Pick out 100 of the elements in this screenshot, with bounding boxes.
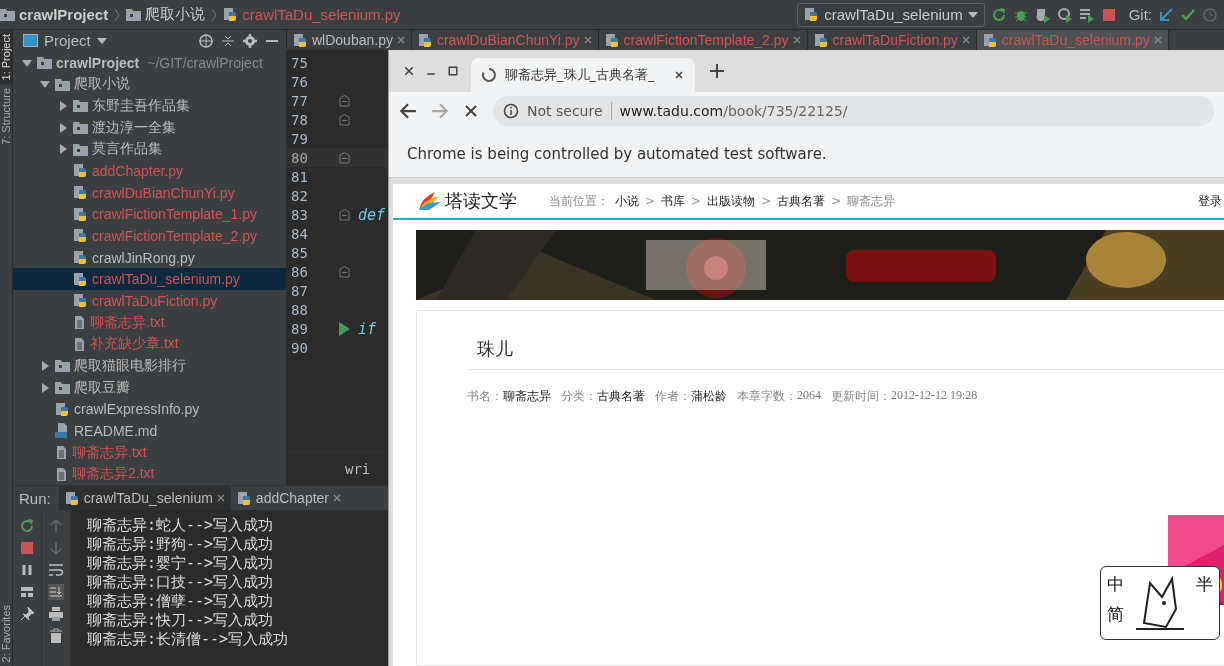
line-number: 84 [290,225,309,242]
input-method-panel[interactable]: 中 半 简 [1100,566,1220,640]
breadcrumb-separator: > [645,194,656,208]
layout-icon[interactable] [19,584,35,600]
tree-item[interactable]: 爬取猫眼电影排行 [13,355,286,377]
tree-item[interactable]: README.md [13,420,286,442]
folder-icon [73,99,88,113]
folder-icon [73,121,88,134]
line-number: 78 [290,111,309,128]
console-line: 聊斋志异:长清僧-->写入成功 [87,630,289,649]
close-icon[interactable] [403,65,415,77]
tool-window-tab[interactable]: 2: Favorites [0,600,12,666]
run-configuration-dropdown[interactable]: crawlTaDu_selenium [797,2,985,27]
shield-play-icon[interactable] [1034,6,1051,23]
site-logo[interactable]: 塔读文学 [445,189,517,213]
tree-item[interactable]: crawlProject ~/GIT/crawlProject [13,51,286,74]
breadcrumb-link[interactable]: 古典名著 [777,192,826,210]
python-file-icon [73,163,88,179]
python-file-icon [73,271,88,287]
fold-marker-icon[interactable] [338,208,350,221]
ime-width[interactable]: 半 [1196,573,1213,603]
fold-marker-icon[interactable] [338,151,350,164]
console-line: 聊斋志异:快刀-->写入成功 [87,611,275,630]
caret-icon[interactable] [967,11,978,18]
tree-item[interactable]: crawlExpressInfo.py [13,398,286,421]
tool-window-tab[interactable]: 7: Structure [0,84,12,150]
meta-value: 2064 [797,388,821,404]
markdown-file-icon [55,423,70,439]
line-number: 75 [290,54,309,71]
login-link[interactable]: 登录 [1198,192,1222,210]
new-tab-icon[interactable] [709,63,725,79]
browser-tab[interactable]: 聊斋志异_珠儿_古典名著_ [471,58,695,92]
close-icon[interactable] [673,69,685,81]
list-play-icon[interactable] [1078,6,1095,23]
python-file-icon [73,185,88,201]
ime-script[interactable]: 简 [1107,603,1124,633]
console-line: 聊斋志异:口技-->写入成功 [87,573,275,592]
clock-play-icon[interactable] [1056,6,1073,23]
console-line: 聊斋志异:僧孽-->写入成功 [87,592,275,611]
stop-icon[interactable] [1100,6,1117,23]
arrow-down-left-icon[interactable] [1158,6,1174,23]
breadcrumb-link[interactable]: 出版读物 [707,192,756,210]
stop-icon[interactable] [19,540,35,556]
breadcrumb-link[interactable]: 聊斋志异 [847,192,896,210]
python-file-icon [604,32,620,48]
panel-title[interactable]: Project [44,32,91,50]
collapse-triangle-icon[interactable] [40,382,50,393]
chevron-right-icon [211,7,218,22]
tree-item[interactable]: crawlTaDu_selenium.py [13,268,286,291]
line-number: 88 [290,301,309,318]
breadcrumb-item[interactable]: crawlProject [19,6,109,23]
folder-icon [55,359,70,373]
line-number: 89 [290,320,309,337]
console-line: 聊斋志异:婴宁-->写入成功 [87,554,275,573]
breadcrumb-link[interactable]: 书库 [661,192,686,210]
collapse-triangle-icon[interactable] [58,100,68,111]
stop-loading-icon[interactable] [463,103,479,119]
fold-marker-icon[interactable] [338,94,350,107]
collapse-triangle-icon[interactable] [58,144,68,155]
breadcrumb-item[interactable]: 爬取小说 [145,5,206,24]
caret-icon[interactable] [96,37,107,44]
expand-triangle-icon[interactable] [22,57,32,68]
line-number: 83 [290,206,309,223]
tree-item[interactable]: 东野圭吾作品集 [13,95,286,117]
crosshair-icon[interactable] [198,32,214,49]
settings-icon[interactable] [242,32,258,49]
expand-triangle-icon[interactable] [40,79,50,90]
line-number: 87 [290,282,309,299]
info-icon[interactable] [503,103,519,119]
tree-item[interactable]: crawlJinRong.py [13,246,286,269]
run-marker-icon[interactable] [338,321,350,336]
tree-item[interactable]: 爬取豆瓣 [13,376,286,399]
console-line: 聊斋志异:野狗-->写入成功 [87,535,275,554]
ime-mode[interactable]: 中 [1107,573,1124,603]
python-file-icon [73,206,88,222]
meta-label: 分类： [561,388,597,405]
fold-marker-icon[interactable] [338,113,350,126]
tree-item[interactable]: 渡边淳一全集 [13,116,286,139]
python-icon [64,490,80,506]
python-file-icon [982,32,998,48]
run-tab[interactable]: crawlTaDu_selenium [58,486,231,510]
fold-marker-icon[interactable] [338,265,350,278]
collapse-triangle-icon[interactable] [40,360,50,371]
run-tab[interactable]: addChapter [230,486,348,510]
close-icon[interactable] [216,494,225,502]
tree-item[interactable]: 爬取小说 [13,73,286,95]
maximize-icon[interactable] [447,65,459,77]
address-bar[interactable]: Not secure www.tadu.com/book/735/22125/ [493,96,1214,126]
trash-icon[interactable] [48,628,64,644]
rerun-icon[interactable] [990,6,1007,23]
breadcrumb-link[interactable]: 小说 [615,192,639,210]
wrap-icon[interactable] [48,562,64,578]
tool-window-tab[interactable]: 1: Project [0,30,12,85]
rerun-icon[interactable] [19,518,35,534]
folder-icon [37,56,52,69]
pin-icon[interactable] [19,606,35,622]
back-arrow-icon[interactable] [399,102,417,120]
tree-item[interactable]: 莫言作品集 [13,138,286,161]
collapse-triangle-icon[interactable] [58,122,68,133]
print-icon[interactable] [48,606,64,622]
